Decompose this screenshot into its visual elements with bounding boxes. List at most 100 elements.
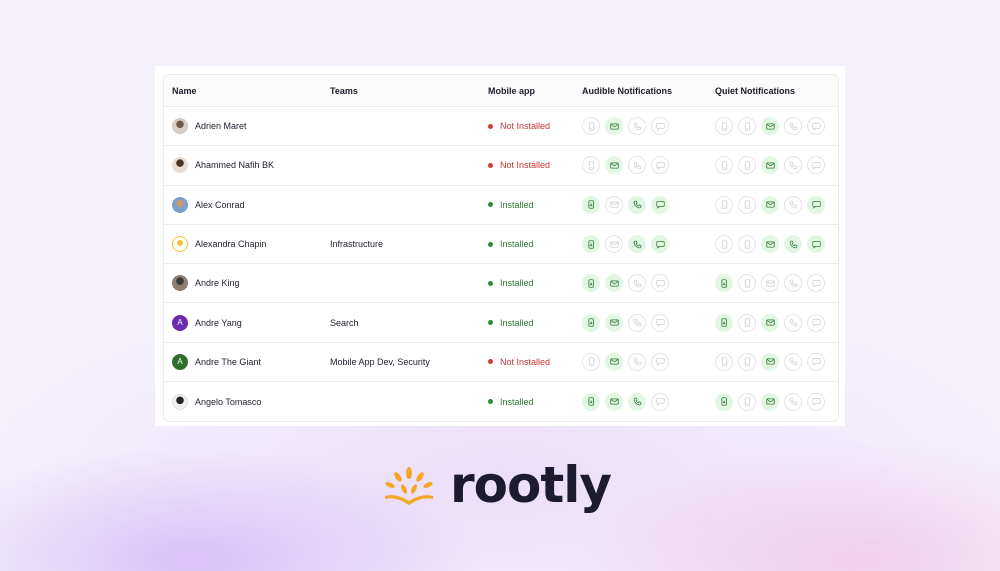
user-name[interactable]: Andre King [195, 278, 240, 288]
email-notification-toggle[interactable] [605, 393, 623, 411]
mobile-notification-toggle[interactable] [715, 117, 733, 135]
user-name[interactable]: Alex Conrad [195, 200, 245, 210]
email-notification-toggle[interactable] [761, 314, 779, 332]
email-notification-toggle[interactable] [761, 117, 779, 135]
email-notification-toggle[interactable] [761, 274, 779, 292]
mobile-icon [743, 240, 752, 249]
mobile-notification-toggle[interactable] [738, 235, 756, 253]
quiet-notifications-cell [715, 156, 825, 174]
user-name[interactable]: Adrien Maret [195, 121, 247, 131]
mobile-notification-toggle[interactable] [715, 274, 733, 292]
sms-notification-toggle[interactable] [807, 235, 825, 253]
mobile-notification-toggle[interactable] [738, 156, 756, 174]
mobile-notification-toggle[interactable] [738, 314, 756, 332]
sms-notification-toggle[interactable] [807, 117, 825, 135]
email-icon [610, 397, 619, 406]
mobile-notification-toggle[interactable] [582, 314, 600, 332]
sms-notification-toggle[interactable] [651, 393, 669, 411]
phone-notification-toggle[interactable] [628, 117, 646, 135]
header-name[interactable]: Name [172, 86, 197, 96]
sms-notification-toggle[interactable] [807, 156, 825, 174]
mobile-notification-toggle[interactable] [738, 274, 756, 292]
table-row[interactable]: Alexandra ChapinInfrastructureInstalled [164, 225, 838, 264]
sms-notification-toggle[interactable] [651, 353, 669, 371]
sms-notification-toggle[interactable] [651, 117, 669, 135]
header-audible-notifications[interactable]: Audible Notifications [582, 86, 672, 96]
table-row[interactable]: Ahammed Nafih BKNot Installed [164, 146, 838, 185]
mobile-icon [587, 122, 596, 131]
phone-notification-toggle[interactable] [784, 196, 802, 214]
header-teams[interactable]: Teams [330, 86, 358, 96]
mobile-notification-toggle[interactable] [582, 235, 600, 253]
phone-notification-toggle[interactable] [784, 156, 802, 174]
sms-notification-toggle[interactable] [807, 353, 825, 371]
table-row[interactable]: Andre KingInstalled [164, 264, 838, 303]
sms-notification-toggle[interactable] [651, 235, 669, 253]
mobile-notification-toggle[interactable] [715, 314, 733, 332]
audible-notifications-cell [582, 196, 669, 214]
table-row[interactable]: Adrien MaretNot Installed [164, 107, 838, 146]
phone-notification-toggle[interactable] [784, 274, 802, 292]
mobile-notification-toggle[interactable] [738, 117, 756, 135]
header-mobile-app[interactable]: Mobile app [488, 86, 535, 96]
email-notification-toggle[interactable] [761, 235, 779, 253]
email-notification-toggle[interactable] [605, 117, 623, 135]
phone-notification-toggle[interactable] [628, 274, 646, 292]
phone-notification-toggle[interactable] [628, 314, 646, 332]
phone-notification-toggle[interactable] [784, 353, 802, 371]
sms-notification-toggle[interactable] [651, 196, 669, 214]
phone-notification-toggle[interactable] [784, 314, 802, 332]
phone-notification-toggle[interactable] [784, 393, 802, 411]
mobile-notification-toggle[interactable] [738, 353, 756, 371]
email-notification-toggle[interactable] [605, 353, 623, 371]
phone-notification-toggle[interactable] [628, 393, 646, 411]
email-notification-toggle[interactable] [605, 314, 623, 332]
mobile-notification-toggle[interactable] [715, 235, 733, 253]
sms-notification-toggle[interactable] [651, 156, 669, 174]
mobile-notification-toggle[interactable] [582, 353, 600, 371]
user-name[interactable]: Alexandra Chapin [195, 239, 267, 249]
phone-notification-toggle[interactable] [784, 235, 802, 253]
mobile-notification-toggle[interactable] [715, 393, 733, 411]
mobile-notification-toggle[interactable] [715, 156, 733, 174]
mobile-notification-toggle[interactable] [582, 274, 600, 292]
sms-notification-toggle[interactable] [651, 274, 669, 292]
user-name[interactable]: Angelo Tomasco [195, 397, 261, 407]
table-row[interactable]: AAndre YangSearchInstalled [164, 303, 838, 342]
email-notification-toggle[interactable] [761, 196, 779, 214]
table-row[interactable]: AAndre The GiantMobile App Dev, Security… [164, 343, 838, 382]
phone-notification-toggle[interactable] [628, 235, 646, 253]
email-notification-toggle[interactable] [605, 274, 623, 292]
email-notification-toggle[interactable] [605, 196, 623, 214]
email-notification-toggle[interactable] [761, 353, 779, 371]
email-notification-toggle[interactable] [761, 393, 779, 411]
sms-notification-toggle[interactable] [807, 196, 825, 214]
email-notification-toggle[interactable] [605, 235, 623, 253]
sms-notification-toggle[interactable] [651, 314, 669, 332]
mobile-notification-toggle[interactable] [582, 196, 600, 214]
mobile-notification-toggle[interactable] [738, 393, 756, 411]
email-notification-toggle[interactable] [605, 156, 623, 174]
header-quiet-notifications[interactable]: Quiet Notifications [715, 86, 795, 96]
user-name[interactable]: Andre The Giant [195, 357, 261, 367]
mobile-notification-toggle[interactable] [582, 393, 600, 411]
phone-icon [789, 122, 798, 131]
sms-notification-toggle[interactable] [807, 314, 825, 332]
email-notification-toggle[interactable] [761, 156, 779, 174]
table-row[interactable]: Alex ConradInstalled [164, 186, 838, 225]
user-name[interactable]: Andre Yang [195, 318, 242, 328]
sms-notification-toggle[interactable] [807, 274, 825, 292]
phone-notification-toggle[interactable] [628, 353, 646, 371]
mobile-notification-toggle[interactable] [738, 196, 756, 214]
phone-notification-toggle[interactable] [784, 117, 802, 135]
mobile-notification-toggle[interactable] [715, 196, 733, 214]
phone-notification-toggle[interactable] [628, 156, 646, 174]
sms-notification-toggle[interactable] [807, 393, 825, 411]
mobile-notification-toggle[interactable] [582, 117, 600, 135]
quiet-notifications-cell [715, 196, 825, 214]
phone-notification-toggle[interactable] [628, 196, 646, 214]
mobile-notification-toggle[interactable] [715, 353, 733, 371]
mobile-notification-toggle[interactable] [582, 156, 600, 174]
table-row[interactable]: Angelo TomascoInstalled [164, 382, 838, 421]
user-name[interactable]: Ahammed Nafih BK [195, 160, 274, 170]
